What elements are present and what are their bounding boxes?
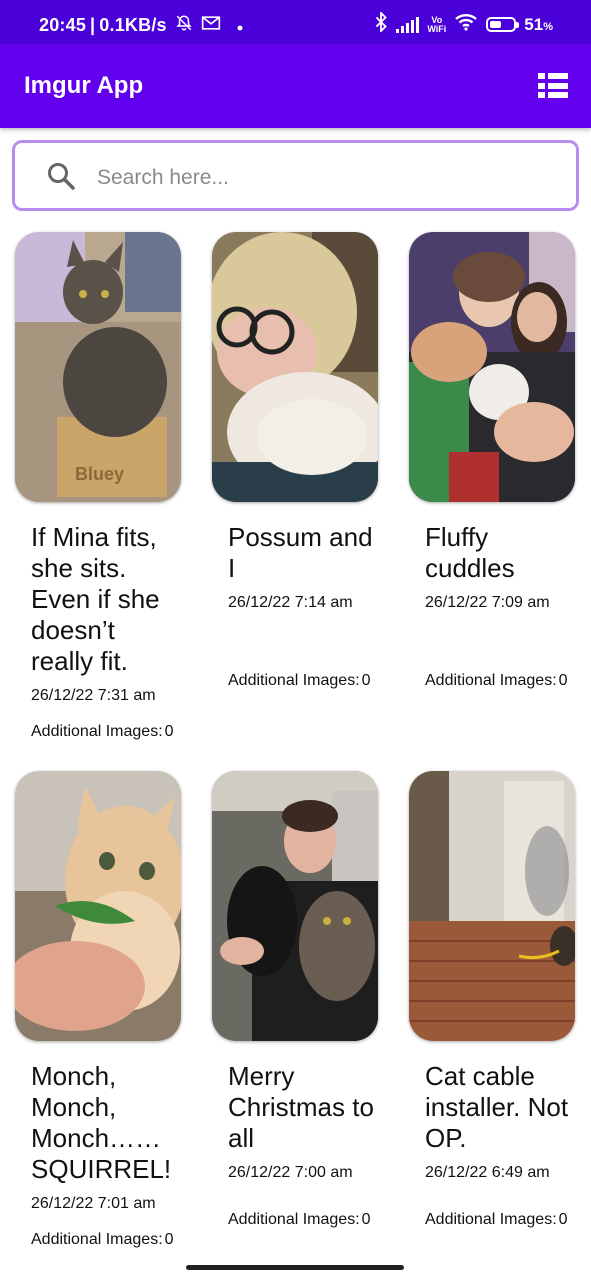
post-date: 26/12/22 7:00 am (228, 1164, 353, 1181)
additional-label: Additional Images: (228, 672, 360, 689)
battery-value: 51 (524, 14, 544, 34)
man-holding-two-cats-image (212, 771, 378, 1041)
app-bar: Imgur App (0, 44, 591, 128)
view-list-icon[interactable] (538, 73, 568, 98)
post-card[interactable]: Cat cable installer. Not OP. 26/12/22 6:… (409, 771, 579, 1229)
post-date: 26/12/22 7:09 am (425, 594, 550, 611)
couple-holding-cats-image (409, 232, 575, 502)
volte-icon: Vo WiFi (427, 15, 447, 34)
battery-percent: 51% (524, 15, 553, 35)
status-bar: 20:45 | 0.1KB/s Vo WiFi 51% (0, 0, 591, 44)
additional-count: 0 (558, 1211, 568, 1228)
post-additional-images: Additional Images: 0 (425, 1211, 579, 1229)
post-card[interactable]: Possum and I 26/12/22 7:14 am Additional… (212, 232, 382, 690)
post-image[interactable] (15, 771, 181, 1041)
gesture-nav-bar[interactable] (186, 1265, 404, 1270)
post-image[interactable]: Bluey (15, 232, 181, 502)
post-image[interactable] (409, 232, 575, 502)
notification-dot-icon (237, 16, 243, 36)
battery-fill (490, 21, 502, 28)
status-right: Vo WiFi 51% (374, 10, 553, 37)
additional-count: 0 (164, 723, 174, 740)
post-additional-images: Additional Images: 0 (31, 1231, 185, 1249)
battery-unit: % (543, 20, 553, 33)
post-image[interactable] (409, 771, 575, 1041)
additional-count: 0 (361, 672, 371, 689)
post-title: Cat cable installer. Not OP. (425, 1061, 569, 1153)
post-title: Possum and I (228, 522, 373, 583)
additional-label: Additional Images: (425, 1211, 557, 1228)
post-additional-images: Additional Images: 0 (228, 1211, 382, 1229)
additional-label: Additional Images: (228, 1211, 360, 1228)
post-date: 26/12/22 6:49 am (425, 1164, 550, 1181)
battery-icon (486, 17, 520, 32)
additional-label: Additional Images: (31, 723, 163, 740)
woman-with-white-cat-image (212, 232, 378, 502)
app-title: Imgur App (24, 72, 144, 99)
post-additional-images: Additional Images: 0 (228, 672, 382, 690)
tabby-cat-in-box-image: Bluey (15, 232, 181, 502)
post-title: Monch, Monch, Monch…… SQUIRREL! (31, 1061, 172, 1184)
additional-label: Additional Images: (425, 672, 557, 689)
post-card[interactable]: Bluey If Mina fits, she sits. Even if sh… (15, 232, 185, 741)
post-card[interactable]: Fluffy cuddles 26/12/22 7:09 am Addition… (409, 232, 579, 690)
search-icon (48, 163, 75, 190)
additional-label: Additional Images: (31, 1231, 163, 1248)
additional-count: 0 (558, 672, 568, 689)
post-image[interactable] (212, 232, 378, 502)
search-bar[interactable] (12, 140, 579, 211)
post-title: Merry Christmas to all (228, 1061, 374, 1153)
post-date: 26/12/22 7:14 am (228, 594, 353, 611)
mail-icon (201, 15, 221, 36)
status-time: 20:45 (39, 15, 87, 35)
deck-with-cat-image (409, 771, 575, 1041)
orange-cat-eating-leaf-image (15, 771, 181, 1041)
volte-bottom: WiFi (427, 23, 447, 34)
search-input[interactable] (95, 160, 559, 196)
post-title: Fluffy cuddles (425, 522, 515, 583)
svg-text:Bluey: Bluey (75, 464, 124, 484)
post-card[interactable]: Monch, Monch, Monch…… SQUIRREL! 26/12/22… (15, 771, 185, 1249)
additional-count: 0 (164, 1231, 174, 1248)
signal-icon (396, 16, 420, 33)
post-date: 26/12/22 7:01 am (31, 1195, 156, 1212)
post-date: 26/12/22 7:31 am (31, 687, 156, 704)
status-left: 20:45 | 0.1KB/s (39, 14, 243, 37)
post-additional-images: Additional Images: 0 (31, 723, 185, 741)
bluetooth-icon (374, 10, 388, 37)
additional-count: 0 (361, 1211, 371, 1228)
post-title: If Mina fits, she sits. Even if she does… (31, 522, 160, 676)
post-image[interactable] (212, 771, 378, 1041)
wifi-icon (454, 13, 478, 36)
post-card[interactable]: Merry Christmas to all 26/12/22 7:00 am … (212, 771, 382, 1229)
status-separator: | (90, 15, 96, 35)
bell-off-icon (175, 14, 193, 37)
status-network-speed: 0.1KB/s (99, 15, 167, 35)
post-additional-images: Additional Images: 0 (425, 672, 579, 690)
